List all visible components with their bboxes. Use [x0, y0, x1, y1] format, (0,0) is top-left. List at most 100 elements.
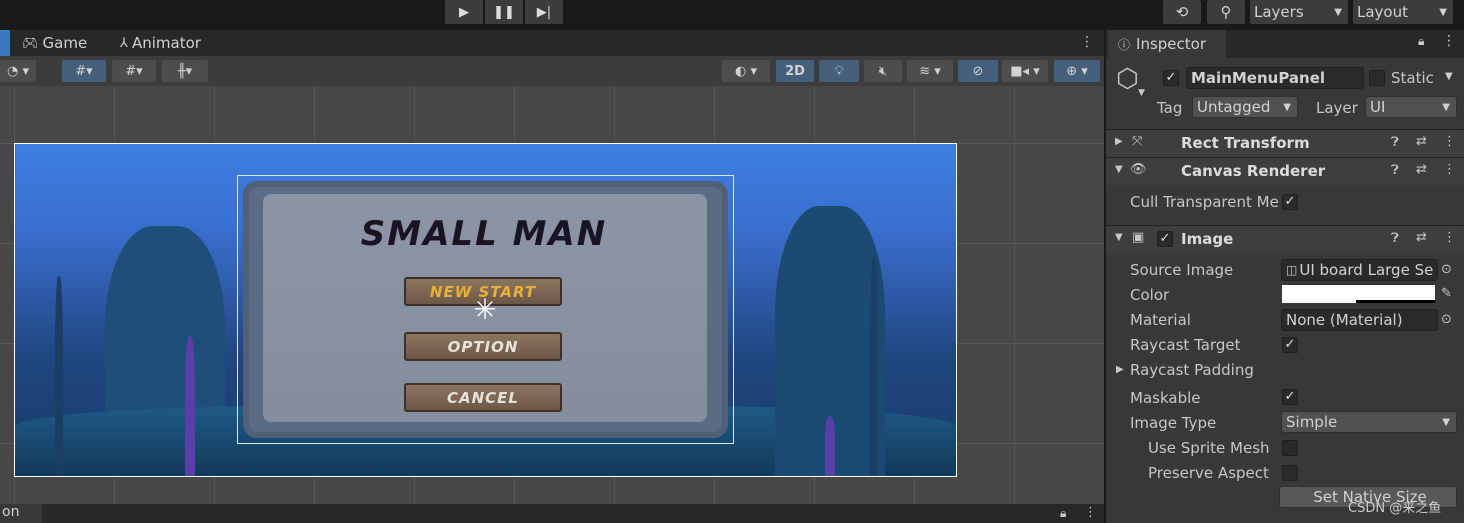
pause-button[interactable]: ❚❚	[485, 0, 523, 24]
seaweed	[870, 256, 878, 476]
search-button[interactable]: ⚲	[1207, 0, 1245, 24]
preserve-aspect-label: Preserve Aspect	[1148, 464, 1269, 482]
object-name-field[interactable]: MainMenuPanel	[1186, 67, 1364, 89]
shading-icon: ◔ ▾	[6, 63, 29, 79]
bulb-icon: 💡︎	[834, 63, 844, 79]
object-picker-icon[interactable]: ⊙	[1441, 262, 1452, 277]
chevron-down-icon[interactable]: ▼	[1445, 71, 1453, 82]
image-type-dropdown[interactable]: Simple ▼	[1281, 411, 1457, 433]
coral	[185, 336, 195, 476]
chevron-right-icon[interactable]: ▶	[1115, 136, 1123, 147]
snap-settings-button[interactable]: ╫▾	[162, 60, 208, 82]
layout-label: Layout	[1357, 3, 1408, 21]
image-enabled-checkbox[interactable]: ✓	[1157, 231, 1173, 247]
lock-icon[interactable]: 🔒︎	[1060, 506, 1066, 521]
material-label: Material	[1130, 311, 1191, 329]
draw-mode-button[interactable]: ◔ ▾	[0, 60, 36, 82]
chevron-down-icon: ▼	[1442, 416, 1450, 428]
eyedropper-icon[interactable]: ✎	[1441, 286, 1452, 301]
static-label: Static	[1391, 69, 1434, 87]
orientation-button[interactable]: ◐ ▾	[722, 60, 770, 82]
lock-icon[interactable]: 🔒︎	[1418, 34, 1424, 49]
more-menu-icon[interactable]: ⋮	[1443, 162, 1456, 177]
maskable-checkbox[interactable]: ✓	[1282, 389, 1298, 405]
chevron-down-icon[interactable]: ▼	[1115, 232, 1123, 243]
chevron-down-icon[interactable]: ▼	[1115, 164, 1123, 175]
layer-dropdown[interactable]: UI ▼	[1365, 96, 1457, 118]
effects-dropdown[interactable]: ≋ ▾	[907, 60, 953, 82]
help-icon[interactable]: ❓︎	[1391, 231, 1399, 246]
gizmos-dropdown[interactable]: ⊕ ▾	[1054, 60, 1100, 82]
cancel-button[interactable]: CANCEL	[404, 383, 562, 412]
gamepad-icon: 🎮︎	[22, 35, 39, 51]
static-checkbox[interactable]	[1369, 70, 1385, 86]
lighting-toggle[interactable]: 💡︎	[819, 60, 859, 82]
mode-2d-label: 2D	[785, 63, 805, 79]
raycast-padding-label[interactable]: Raycast Padding	[1130, 361, 1254, 379]
seaweed	[55, 276, 63, 476]
animator-icon: ⅄	[120, 35, 128, 51]
raycast-target-checkbox[interactable]: ✓	[1282, 337, 1298, 353]
mode-2d-button[interactable]: 2D	[776, 60, 814, 82]
view-more-menu-icon[interactable]: ⋮	[1080, 34, 1094, 50]
chevron-down-icon: ▼	[1439, 6, 1447, 18]
layout-dropdown[interactable]: Layout ▼	[1353, 0, 1453, 24]
tab-inspector[interactable]: ⓘ Inspector	[1108, 30, 1226, 58]
active-checkbox[interactable]: ✓	[1163, 70, 1179, 86]
move-gizmo-icon[interactable]: ✳	[470, 295, 500, 325]
tab-animator-label: Animator	[131, 34, 201, 52]
search-icon: ⚲	[1220, 3, 1232, 21]
source-image-field[interactable]: ◫ UI board Large Se	[1281, 259, 1438, 281]
help-icon[interactable]: ❓︎	[1391, 135, 1399, 150]
pause-icon: ❚❚	[493, 4, 515, 20]
color-swatch[interactable]	[1282, 285, 1435, 303]
step-button[interactable]: ▶|	[525, 0, 563, 24]
increment-snap-button[interactable]: #▾	[112, 60, 156, 82]
chevron-down-icon: ▼	[1334, 6, 1342, 18]
more-menu-icon[interactable]: ⋮	[1084, 505, 1097, 520]
option-button[interactable]: OPTION	[404, 332, 562, 361]
watermark: CSDN @来之鱼	[1348, 501, 1442, 516]
use-sprite-mesh-checkbox[interactable]	[1282, 440, 1298, 456]
layers-dropdown[interactable]: Layers ▼	[1250, 0, 1348, 24]
visibility-toggle[interactable]: ⊘	[958, 60, 998, 82]
more-menu-icon[interactable]: ⋮	[1443, 134, 1456, 149]
source-image-value: UI board Large Se	[1299, 261, 1434, 279]
preset-icon[interactable]: ⇄	[1416, 134, 1427, 149]
audio-toggle[interactable]: 🔇︎	[864, 60, 902, 82]
preset-icon[interactable]: ⇄	[1416, 230, 1427, 245]
preset-icon[interactable]: ⇄	[1416, 162, 1427, 177]
tag-value: Untagged	[1197, 98, 1271, 116]
orientation-icon: ◐ ▾	[734, 63, 757, 79]
bottom-tab[interactable]: on	[0, 504, 42, 523]
cull-transparent-checkbox[interactable]: ✓	[1282, 194, 1298, 210]
chevron-right-icon[interactable]: ▶	[1116, 364, 1124, 375]
object-picker-icon[interactable]: ⊙	[1441, 312, 1452, 327]
tab-game[interactable]: 🎮︎ Game	[22, 30, 87, 56]
use-sprite-mesh-label: Use Sprite Mesh	[1148, 439, 1270, 457]
gizmo-icon: ⊕ ▾	[1066, 63, 1088, 79]
help-icon[interactable]: ❓︎	[1391, 163, 1399, 178]
more-menu-icon[interactable]: ⋮	[1442, 33, 1456, 49]
chevron-down-icon: ▼	[1442, 101, 1450, 113]
play-icon: ▶	[459, 4, 469, 20]
mute-icon: 🔇︎	[878, 63, 888, 79]
history-icon: ⟲	[1175, 3, 1189, 21]
step-icon: ▶|	[536, 4, 552, 20]
camera-dropdown[interactable]: ■◂ ▾	[1002, 60, 1048, 82]
scene-tab-indicator[interactable]	[0, 30, 10, 56]
coral	[825, 416, 835, 476]
material-field[interactable]: None (Material)	[1281, 309, 1438, 331]
more-menu-icon[interactable]: ⋮	[1443, 230, 1456, 245]
raycast-target-label: Raycast Target	[1130, 336, 1241, 354]
preserve-aspect-checkbox[interactable]	[1282, 465, 1298, 481]
chevron-down-icon[interactable]: ▼	[1138, 88, 1145, 98]
tab-animator[interactable]: ⅄ Animator	[120, 30, 201, 56]
rect-transform-icon: ⤧	[1132, 134, 1143, 149]
play-button[interactable]: ▶	[445, 0, 483, 24]
tag-dropdown[interactable]: Untagged ▼	[1192, 96, 1298, 118]
chevron-down-icon: ▼	[1283, 101, 1291, 113]
layer-value: UI	[1370, 98, 1386, 116]
history-button[interactable]: ⟲	[1163, 0, 1201, 24]
grid-snapping-button[interactable]: #▾	[62, 60, 106, 82]
